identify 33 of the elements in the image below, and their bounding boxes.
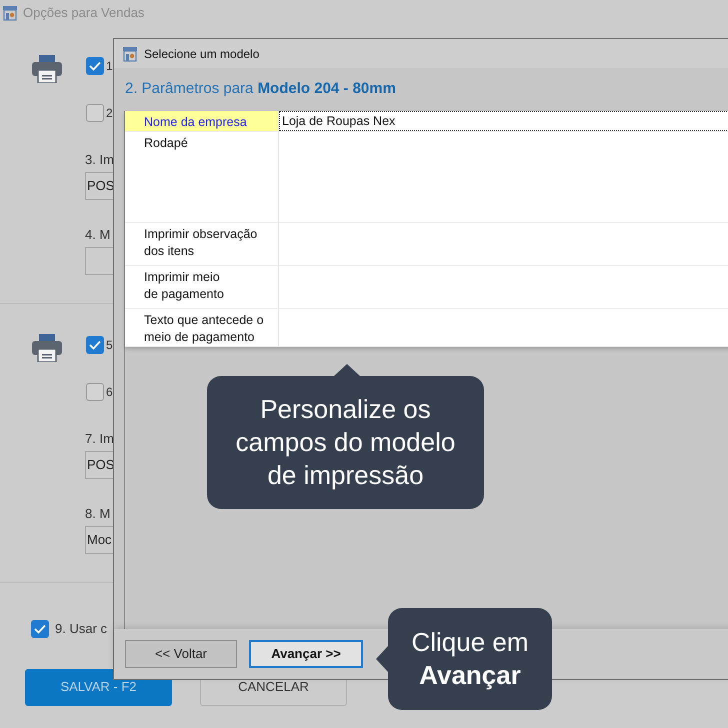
option-label: 2 <box>106 105 113 122</box>
tooltip: Personalize os campos do modelo de impressão <box>207 376 484 509</box>
next-button[interactable]: Avançar >> <box>249 640 363 668</box>
parameter-name[interactable]: Texto que antecede o meio de pagamento <box>125 309 279 346</box>
field-label: 3. Im <box>85 152 115 168</box>
parameter-name[interactable]: Imprimir meio de pagamento <box>125 266 279 308</box>
window-title: Opções para Vendas <box>23 4 144 22</box>
field-label: 8. M <box>85 506 112 522</box>
parameter-name[interactable]: Imprimir observação dos itens <box>125 223 279 265</box>
dialog-title: Selecione um modelo <box>144 46 260 62</box>
checkbox[interactable] <box>86 104 104 122</box>
store-icon <box>122 46 138 62</box>
option-label: 1 <box>106 58 113 75</box>
checkbox[interactable] <box>86 57 104 75</box>
printer-icon <box>32 55 62 83</box>
pointer-arrow <box>376 646 388 672</box>
pointer-arrow <box>334 364 360 376</box>
parameter-name[interactable]: Rodapé <box>125 132 279 222</box>
store-icon <box>2 4 18 20</box>
checkbox[interactable] <box>31 620 49 638</box>
option-label: 9. Usar c <box>55 620 108 638</box>
back-button[interactable]: << Voltar <box>125 640 237 668</box>
option-label: 5 <box>106 337 113 354</box>
tooltip: Clique em Avançar <box>388 608 552 710</box>
printer-icon <box>32 334 62 362</box>
field-label: 7. Im <box>85 431 115 447</box>
option-label: 6 <box>106 384 113 401</box>
parameter-value[interactable]: Loja de Roupas Nex <box>279 111 728 131</box>
field-label: 4. M <box>85 227 112 243</box>
checkbox[interactable] <box>86 336 104 354</box>
parameter-name[interactable]: Nome da empresa <box>125 111 279 131</box>
checkbox[interactable] <box>86 383 104 401</box>
dialog-heading: 2. Parâmetros para Modelo 204 - 80mm <box>125 79 396 100</box>
